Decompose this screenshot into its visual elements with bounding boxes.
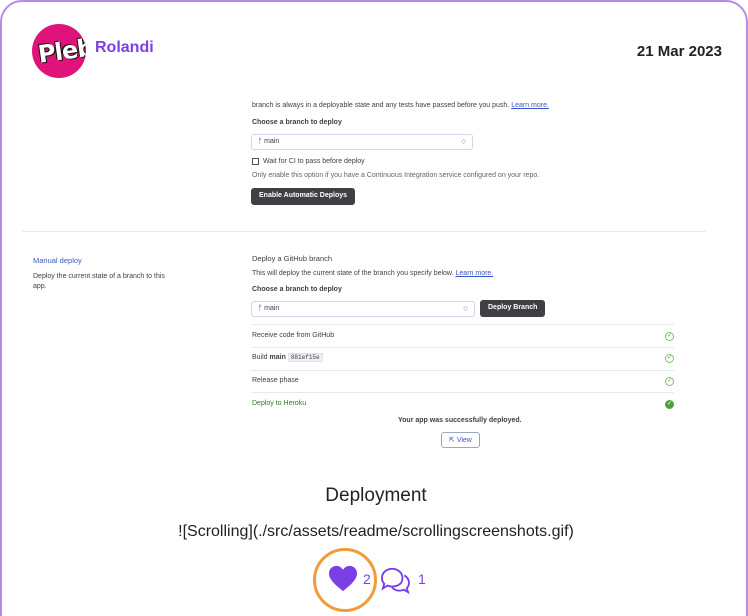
step-receive-code: Receive code from GitHub xyxy=(252,332,335,339)
step-divider xyxy=(251,370,674,371)
check-icon: ✓ xyxy=(665,354,674,363)
post-date: 21 Mar 2023 xyxy=(636,43,722,60)
avatar[interactable]: Pleb xyxy=(32,24,86,78)
section-divider xyxy=(22,231,706,232)
step-deploy-heroku: Deploy to Heroku xyxy=(252,400,307,407)
step-divider xyxy=(251,324,674,325)
select-chevron-icon: ◇ xyxy=(461,139,466,145)
manual-deploy-desc-1: Deploy the current state of a branch to … xyxy=(33,273,165,280)
ci-hint: Only enable this option if you have a Co… xyxy=(252,172,540,179)
author-link[interactable]: Rolandi xyxy=(95,39,154,57)
manual-branch-select: ᚠ main ◇ xyxy=(251,301,475,317)
comments-icon[interactable] xyxy=(378,566,412,594)
step-release-phase: Release phase xyxy=(252,377,299,384)
deploy-branch-button: Deploy Branch xyxy=(480,300,546,317)
step-divider xyxy=(251,392,674,393)
check-filled-icon: ✓ xyxy=(665,400,674,409)
post-image: branch is always in a deployable state a… xyxy=(22,90,706,460)
auto-choose-label: Choose a branch to deploy xyxy=(252,119,342,126)
view-app-button: ⇱ View xyxy=(441,432,480,448)
post-heading: Deployment xyxy=(325,485,427,506)
enable-auto-deploys-button: Enable Automatic Deploys xyxy=(251,188,356,205)
comment-count: 1 xyxy=(418,571,426,587)
check-icon: ✓ xyxy=(665,332,674,341)
step-divider xyxy=(251,347,674,348)
avatar-logo-text: Pleb xyxy=(36,33,86,69)
manual-info-text: This will deploy the current state of th… xyxy=(252,270,494,277)
manual-deploy-desc-2: app. xyxy=(33,283,47,290)
manual-deploy-title: Manual deploy xyxy=(33,256,82,265)
select-chevron-icon: ◇ xyxy=(463,306,468,312)
auto-branch-select: ᚠ main ◇ xyxy=(251,134,473,150)
like-count: 2 xyxy=(363,571,371,587)
post-card: Pleb Rolandi 21 Mar 2023 branch is alway… xyxy=(0,0,748,616)
deploy-github-heading: Deploy a GitHub branch xyxy=(252,254,333,263)
post-body-text: ![Scrolling](./src/assets/readme/scrolli… xyxy=(178,523,574,540)
ci-checkbox-label: Wait for CI to pass before deploy xyxy=(263,158,365,165)
manual-choose-label: Choose a branch to deploy xyxy=(252,286,342,293)
step-build: Build main 881ef15e xyxy=(252,353,323,362)
external-link-icon: ⇱ xyxy=(449,437,457,444)
check-icon: ✓ xyxy=(665,377,674,386)
auto-deploy-intro: branch is always in a deployable state a… xyxy=(252,102,549,109)
ci-checkbox xyxy=(252,158,259,165)
heart-icon[interactable] xyxy=(328,565,358,593)
deploy-success-message: Your app was successfully deployed. xyxy=(398,417,522,424)
